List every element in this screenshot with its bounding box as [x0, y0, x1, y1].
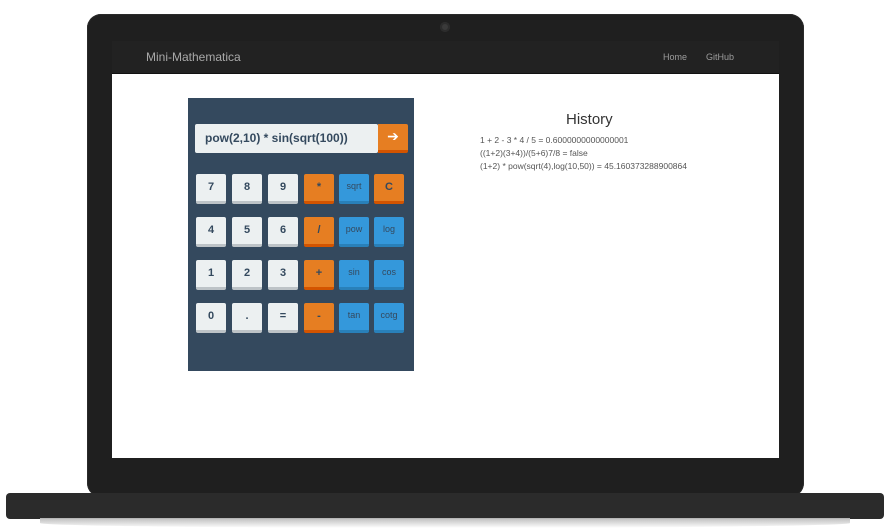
- key-3[interactable]: 3: [268, 260, 298, 290]
- expression-text: pow(2,10) * sin(sqrt(100)): [205, 131, 348, 145]
- key-sqrt[interactable]: sqrt: [339, 174, 369, 204]
- history-entry: 1 + 2 - 3 * 4 / 5 = 0.6000000000000001: [480, 135, 629, 145]
- key-6[interactable]: 6: [268, 217, 298, 247]
- calculator-panel: pow(2,10) * sin(sqrt(100)) ➔ 7 8 9 * sqr…: [188, 98, 414, 371]
- history-entry: (1+2) * pow(sqrt(4),log(10,50)) = 45.160…: [480, 161, 687, 171]
- key-5[interactable]: 5: [232, 217, 262, 247]
- screen: Mini-Mathematica Home GitHub pow(2,10) *…: [112, 41, 779, 458]
- key-pow[interactable]: pow: [339, 217, 369, 247]
- key-4[interactable]: 4: [196, 217, 226, 247]
- arrow-right-icon: ➔: [387, 128, 399, 144]
- key-1[interactable]: 1: [196, 260, 226, 290]
- key-cotg[interactable]: cotg: [374, 303, 404, 333]
- key-equals[interactable]: =: [268, 303, 298, 333]
- laptop-shadow: [40, 518, 850, 528]
- nav-link-github[interactable]: GitHub: [706, 52, 734, 62]
- laptop-base: [6, 493, 884, 519]
- nav-link-home[interactable]: Home: [663, 52, 687, 62]
- key-2[interactable]: 2: [232, 260, 262, 290]
- key-9[interactable]: 9: [268, 174, 298, 204]
- key-divide[interactable]: /: [304, 217, 334, 247]
- history-entry: ((1+2)(3+4))/(5+6)7/8 = false: [480, 148, 588, 158]
- key-plus[interactable]: +: [304, 260, 334, 290]
- key-8[interactable]: 8: [232, 174, 262, 204]
- evaluate-button[interactable]: ➔: [378, 124, 408, 153]
- key-minus[interactable]: -: [304, 303, 334, 333]
- key-sin[interactable]: sin: [339, 260, 369, 290]
- key-7[interactable]: 7: [196, 174, 226, 204]
- navbar: Mini-Mathematica Home GitHub: [112, 41, 779, 74]
- key-clear[interactable]: C: [374, 174, 404, 204]
- key-tan[interactable]: tan: [339, 303, 369, 333]
- key-cos[interactable]: cos: [374, 260, 404, 290]
- brand-link[interactable]: Mini-Mathematica: [146, 50, 241, 64]
- key-0[interactable]: 0: [196, 303, 226, 333]
- key-multiply[interactable]: *: [304, 174, 334, 204]
- key-log[interactable]: log: [374, 217, 404, 247]
- webcam-icon: [440, 22, 450, 32]
- expression-input[interactable]: pow(2,10) * sin(sqrt(100)): [195, 124, 378, 153]
- history-title: History: [566, 111, 613, 128]
- key-decimal[interactable]: .: [232, 303, 262, 333]
